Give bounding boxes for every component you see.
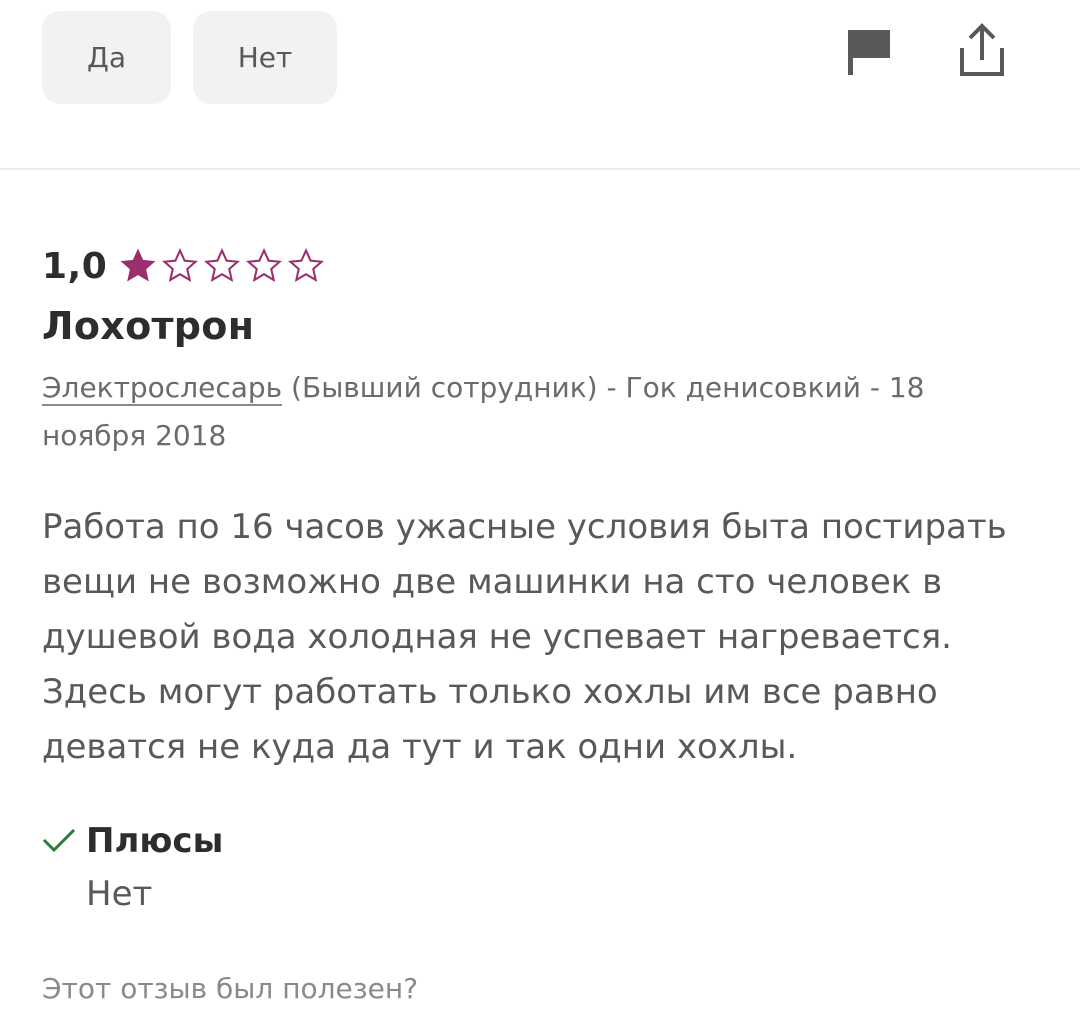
helpful-no-button[interactable]: Нет (193, 11, 337, 104)
review-actions-bar: Да Нет (0, 0, 1080, 170)
review-meta: Электрослесарь (Бывший сотрудник) - Гок … (42, 364, 1002, 460)
star-empty-icon (204, 247, 241, 283)
rating-row: 1,0 (42, 238, 1042, 294)
pros-header: Плюсы (42, 816, 223, 866)
rating-value: 1,0 (42, 245, 108, 287)
helpful-yes-button[interactable]: Да (42, 11, 171, 104)
helpful-question: Этот отзыв был полезен? (42, 972, 419, 1005)
star-empty-icon (162, 247, 199, 283)
review-body: Работа по 16 часов ужасные условия быта … (42, 507, 1007, 767)
job-title-link[interactable]: Электрослесарь (42, 371, 283, 406)
share-button[interactable] (952, 20, 1012, 80)
star-empty-icon (246, 247, 283, 283)
star-filled-icon (120, 248, 156, 282)
star-rating (119, 247, 325, 285)
review-title: Лохотрон (42, 304, 255, 348)
share-icon (960, 23, 1004, 76)
pros-value: Нет (86, 874, 153, 914)
report-button[interactable] (836, 20, 896, 80)
check-icon (42, 828, 76, 853)
review-card: 1,0 Лохотрон Электрослесарь (Бывший сотр… (42, 238, 1042, 1005)
star-empty-icon (288, 247, 325, 283)
flag-icon (848, 30, 890, 75)
pros-title: Плюсы (86, 821, 224, 861)
